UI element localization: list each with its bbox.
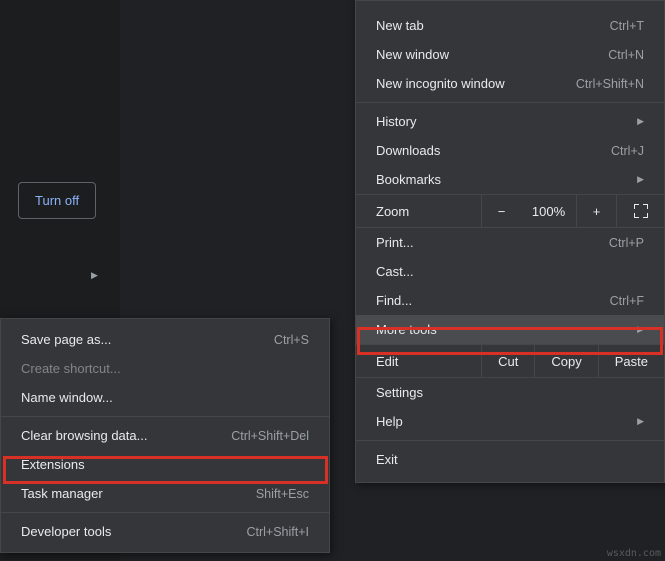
menu-history[interactable]: History ▶ (356, 107, 664, 136)
menu-label: Clear browsing data... (21, 428, 231, 443)
menu-shortcut: Ctrl+Shift+Del (231, 429, 309, 443)
edit-label: Edit (376, 354, 481, 369)
submenu-task-manager[interactable]: Task manager Shift+Esc (1, 479, 329, 508)
menu-label: New window (376, 47, 608, 62)
zoom-out-button[interactable]: − (481, 195, 521, 227)
separator (356, 440, 664, 441)
menu-label: Print... (376, 235, 609, 250)
zoom-value: 100% (521, 195, 576, 227)
menu-shortcut: Ctrl+J (611, 144, 644, 158)
submenu-save-page[interactable]: Save page as... Ctrl+S (1, 325, 329, 354)
cut-button[interactable]: Cut (481, 345, 534, 377)
menu-label: Find... (376, 293, 610, 308)
menu-label: Downloads (376, 143, 611, 158)
menu-label: New incognito window (376, 76, 576, 91)
menu-label: Help (376, 414, 629, 429)
menu-settings[interactable]: Settings (356, 378, 664, 407)
chevron-right-icon: ▶ (629, 324, 644, 335)
paste-button[interactable]: Paste (598, 345, 664, 377)
separator (356, 102, 664, 103)
edit-row: Edit Cut Copy Paste (356, 344, 664, 378)
menu-label: Developer tools (21, 524, 246, 539)
menu-label: Create shortcut... (21, 361, 309, 376)
menu-new-tab[interactable]: New tab Ctrl+T (356, 11, 664, 40)
zoom-in-button[interactable]: + (576, 195, 616, 227)
menu-shortcut: Shift+Esc (256, 487, 309, 501)
submenu-indicator-icon: ▶ (91, 270, 98, 281)
submenu-create-shortcut: Create shortcut... (1, 354, 329, 383)
menu-shortcut: Ctrl+Shift+N (576, 77, 644, 91)
menu-exit[interactable]: Exit (356, 445, 664, 474)
menu-shortcut: Ctrl+N (608, 48, 644, 62)
zoom-row: Zoom − 100% + (356, 194, 664, 228)
fullscreen-icon (634, 204, 648, 218)
fullscreen-button[interactable] (616, 195, 664, 227)
zoom-label: Zoom (376, 204, 481, 219)
submenu-clear-browsing-data[interactable]: Clear browsing data... Ctrl+Shift+Del (1, 421, 329, 450)
menu-label: More tools (376, 322, 629, 337)
menu-help[interactable]: Help ▶ (356, 407, 664, 436)
submenu-extensions[interactable]: Extensions (1, 450, 329, 479)
menu-label: Extensions (21, 457, 309, 472)
menu-label: Task manager (21, 486, 256, 501)
chevron-right-icon: ▶ (629, 174, 644, 185)
menu-label: History (376, 114, 629, 129)
copy-button[interactable]: Copy (534, 345, 597, 377)
menu-find[interactable]: Find... Ctrl+F (356, 286, 664, 315)
watermark: wsxdn.com (607, 548, 661, 559)
menu-label: Save page as... (21, 332, 274, 347)
menu-label: Exit (376, 452, 644, 467)
separator (1, 416, 329, 417)
submenu-name-window[interactable]: Name window... (1, 383, 329, 412)
separator (1, 512, 329, 513)
chevron-right-icon: ▶ (629, 416, 644, 427)
menu-bookmarks[interactable]: Bookmarks ▶ (356, 165, 664, 194)
menu-cast[interactable]: Cast... (356, 257, 664, 286)
menu-shortcut: Ctrl+S (274, 333, 309, 347)
menu-label: Name window... (21, 390, 309, 405)
chrome-main-menu: New tab Ctrl+T New window Ctrl+N New inc… (355, 0, 665, 483)
menu-more-tools[interactable]: More tools ▶ (356, 315, 664, 344)
menu-label: Settings (376, 385, 644, 400)
menu-shortcut: Ctrl+F (610, 294, 644, 308)
menu-downloads[interactable]: Downloads Ctrl+J (356, 136, 664, 165)
submenu-developer-tools[interactable]: Developer tools Ctrl+Shift+I (1, 517, 329, 546)
menu-shortcut: Ctrl+P (609, 236, 644, 250)
menu-new-window[interactable]: New window Ctrl+N (356, 40, 664, 69)
menu-print[interactable]: Print... Ctrl+P (356, 228, 664, 257)
menu-shortcut: Ctrl+Shift+I (246, 525, 309, 539)
menu-new-incognito[interactable]: New incognito window Ctrl+Shift+N (356, 69, 664, 98)
chevron-right-icon: ▶ (629, 116, 644, 127)
menu-shortcut: Ctrl+T (610, 19, 644, 33)
menu-label: Bookmarks (376, 172, 629, 187)
menu-label: New tab (376, 18, 610, 33)
more-tools-submenu: Save page as... Ctrl+S Create shortcut..… (0, 318, 330, 553)
menu-label: Cast... (376, 264, 644, 279)
turn-off-button[interactable]: Turn off (18, 182, 96, 219)
